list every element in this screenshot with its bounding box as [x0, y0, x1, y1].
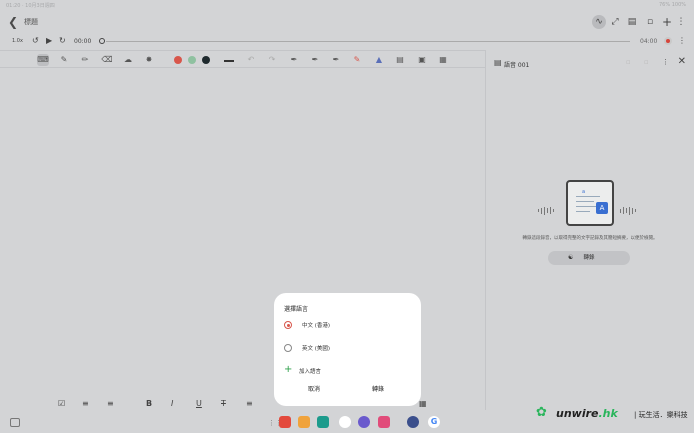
pen-style-1-icon[interactable]: ✒	[288, 54, 300, 66]
status-time: 01:20 · 10月3日週四	[6, 3, 55, 9]
letter-a-small-icon: a	[582, 189, 586, 195]
document-icon: ▤	[494, 58, 502, 67]
page-icon[interactable]: ▫	[643, 15, 657, 29]
bullet-list-icon[interactable]: ≡	[107, 399, 114, 409]
panel-description: 轉錄這段錄音，以取得完整的文字記錄及其簡短摘要，以便於檢閱。	[522, 236, 658, 241]
transcribe-label: 轉錄	[583, 255, 595, 261]
tablet-icon: a A	[566, 180, 614, 226]
radio-unselected[interactable]	[284, 344, 292, 352]
marker-icon[interactable]: ✎	[351, 54, 363, 66]
brand-logo-icon: ✿	[536, 405, 547, 420]
status-battery: 76% 100%	[659, 2, 686, 8]
sound-wave-icon	[538, 200, 560, 215]
app-icon-3[interactable]	[317, 416, 329, 428]
checkbox-list-icon[interactable]: ☑	[58, 399, 65, 409]
strikethrough-icon[interactable]: T	[221, 399, 226, 409]
table-icon[interactable]: ▦	[419, 399, 427, 409]
watermark: ✿ unwire.hk | 玩生活．樂科技	[536, 404, 694, 426]
underline-icon[interactable]: U	[196, 399, 202, 409]
share-icon[interactable]: ▫	[644, 58, 649, 66]
app-icon-2[interactable]	[298, 416, 310, 428]
drawing-toolbar: ⌨ ✎ ✏ ⌫ ☁ ✸ ↶ ↷ ✒ ✒ ✒ ✎ ▲ ▤ ▣ ▦	[0, 50, 486, 68]
total-time: 04:00	[640, 38, 658, 45]
panel-title: 語音 001	[504, 62, 530, 69]
seek-handle[interactable]	[99, 38, 105, 44]
more-icon[interactable]: ⋮	[674, 15, 688, 29]
watermark-tagline: | 玩生活．樂科技	[634, 411, 688, 419]
seek-track[interactable]	[106, 41, 630, 42]
transcribe-button[interactable]: ☯ 轉錄	[548, 251, 630, 265]
back-icon[interactable]: ❮	[8, 15, 20, 29]
dialog-title: 選擇語言	[284, 306, 309, 313]
add-language-button[interactable]: 加入語言	[299, 367, 321, 375]
radio-selected[interactable]	[284, 321, 292, 329]
pen-style-2-icon[interactable]: ✒	[309, 54, 321, 66]
forward-icon[interactable]: ↻	[59, 36, 66, 46]
more-icon[interactable]: ⋮	[662, 58, 669, 66]
title-bar: ❮ 標題 ∿ ⤢ ▤ ▫ + ⋮	[0, 10, 694, 34]
google-icon[interactable]: G	[428, 416, 440, 428]
status-bar: 01:20 · 10月3日週四 76% 100%	[0, 0, 694, 10]
pen-style-3-icon[interactable]: ✒	[330, 54, 342, 66]
fill-icon[interactable]: ▲	[373, 54, 385, 66]
option-label: 中文 (香港)	[302, 323, 331, 329]
transcribe-confirm-button[interactable]: 轉錄	[372, 384, 384, 393]
settings-app-icon[interactable]	[407, 416, 419, 428]
playback-bar: 1.0x ↺ ▶ ↻ 00:00 04:00 ⋮	[0, 34, 694, 48]
color-green-swatch[interactable]	[188, 56, 196, 64]
language-option-en-us[interactable]: 英文 (美國)	[284, 342, 414, 354]
play-icon[interactable]: ▶	[46, 36, 52, 46]
add-language-icon[interactable]: +	[284, 365, 292, 375]
app-icon-1[interactable]	[279, 416, 291, 428]
letter-a-icon: A	[596, 202, 608, 214]
expand-icon[interactable]: ⤢	[608, 15, 622, 29]
transcribe-illustration: a A	[538, 180, 642, 226]
app-icon-6[interactable]	[378, 416, 390, 428]
page-title[interactable]: 標題	[24, 17, 38, 27]
language-dialog: 選擇語言 中文 (香港) 英文 (美國) + 加入語言 取消 轉錄	[274, 293, 421, 406]
highlighter-icon[interactable]: ✏	[79, 54, 91, 66]
record-button[interactable]	[664, 37, 672, 45]
cancel-button[interactable]: 取消	[308, 384, 320, 393]
watermark-brand: unwire.hk	[556, 407, 618, 420]
current-time: 00:00	[74, 38, 92, 45]
redo-icon[interactable]: ↷	[266, 54, 278, 66]
app-icon-4[interactable]	[339, 416, 351, 428]
color-red-swatch[interactable]	[174, 56, 182, 64]
book-icon[interactable]: ▤	[625, 15, 639, 29]
speed-button[interactable]: 1.0x	[12, 38, 23, 44]
text-box-icon[interactable]: ▤	[394, 54, 406, 66]
voice-wave-icon[interactable]: ∿	[592, 15, 606, 29]
shape-icon[interactable]: ☁	[122, 54, 134, 66]
stroke-width-icon[interactable]	[224, 60, 234, 62]
language-option-zh-hk[interactable]: 中文 (香港)	[284, 319, 414, 331]
rewind-icon[interactable]: ↺	[32, 36, 39, 46]
add-icon[interactable]: +	[660, 15, 674, 29]
transcript-panel: ▤ 語音 001 ▫ ▫ ⋮ ✕ a A 轉錄這段錄音，以取得完整的文字記錄及其…	[486, 50, 694, 410]
copy-icon[interactable]: ▫	[626, 58, 631, 66]
recent-apps-icon[interactable]	[10, 418, 20, 427]
pen-icon[interactable]: ✎	[58, 54, 70, 66]
numbered-list-icon[interactable]: ≡	[82, 399, 89, 409]
close-icon[interactable]: ✕	[678, 56, 686, 67]
color-black-swatch[interactable]	[202, 56, 210, 64]
sticker-icon[interactable]: ▦	[437, 54, 449, 66]
eraser-icon[interactable]: ⌫	[101, 54, 113, 66]
more-options-icon[interactable]: ⋮	[678, 36, 686, 46]
image-icon[interactable]: ▣	[416, 54, 428, 66]
text-color-icon[interactable]: ≡	[246, 399, 253, 409]
app-icon-5[interactable]	[358, 416, 370, 428]
transcribe-icon: ☯	[568, 254, 574, 261]
keyboard-icon[interactable]: ⌨	[37, 54, 49, 66]
undo-icon[interactable]: ↶	[245, 54, 257, 66]
italic-icon[interactable]: I	[171, 399, 173, 409]
lasso-icon[interactable]: ✸	[143, 54, 155, 66]
sound-wave-icon	[620, 200, 642, 215]
bold-icon[interactable]: B	[146, 399, 152, 409]
option-label: 英文 (美國)	[302, 346, 331, 352]
